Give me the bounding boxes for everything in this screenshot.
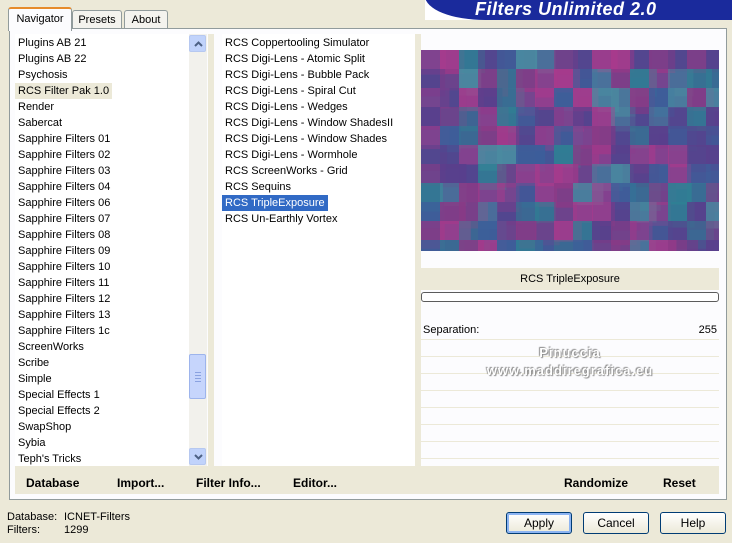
- tab-about[interactable]: About: [124, 10, 168, 29]
- chevron-down-icon: [194, 454, 203, 460]
- category-list-item[interactable]: Sapphire Filters 01: [15, 131, 113, 147]
- category-list-item[interactable]: Plugins AB 21: [15, 35, 90, 51]
- category-list-item[interactable]: Teph's Tricks: [15, 451, 84, 466]
- category-list-item[interactable]: ScreenWorks: [15, 339, 87, 355]
- filter-list-item[interactable]: RCS Digi-Lens - Wedges: [222, 99, 351, 115]
- filter-list-item[interactable]: RCS Digi-Lens - Bubble Pack: [222, 67, 372, 83]
- category-list-item[interactable]: Scribe: [15, 355, 52, 371]
- param-value: 255: [698, 324, 717, 336]
- category-list-item[interactable]: Sapphire Filters 07: [15, 211, 113, 227]
- database-label: Database:: [7, 511, 58, 523]
- progress-bar: [421, 292, 719, 302]
- param-row-separation[interactable]: Separation: 255: [421, 323, 719, 340]
- import-button[interactable]: Import...: [117, 476, 164, 490]
- category-list-item[interactable]: Render: [15, 99, 57, 115]
- param-row-empty: [421, 408, 719, 425]
- filter-list-item[interactable]: RCS Un-Earthly Vortex: [222, 211, 340, 227]
- category-list-item[interactable]: Psychosis: [15, 67, 71, 83]
- param-row-empty: [421, 442, 719, 459]
- watermark-url: www.maddiregrafica.eu: [486, 363, 654, 378]
- database-value: ICNET-Filters: [64, 511, 130, 523]
- param-label: Separation:: [423, 324, 480, 336]
- preview-image: [421, 50, 719, 251]
- category-list-item[interactable]: RCS Filter Pak 1.0: [15, 83, 113, 99]
- filter-list-item[interactable]: RCS Digi-Lens - Spiral Cut: [222, 83, 359, 99]
- filter-list-item[interactable]: RCS ScreenWorks - Grid: [222, 163, 351, 179]
- scroll-up-button[interactable]: [189, 35, 206, 52]
- category-list-item[interactable]: Sapphire Filters 13: [15, 307, 113, 323]
- filter-info-button[interactable]: Filter Info...: [196, 476, 261, 490]
- category-list-item[interactable]: Sabercat: [15, 115, 65, 131]
- reset-button[interactable]: Reset: [663, 476, 696, 490]
- preview-top-margin: [421, 34, 719, 50]
- category-scrollbar[interactable]: [189, 34, 207, 466]
- category-list-item[interactable]: Sapphire Filters 03: [15, 163, 113, 179]
- editor-button[interactable]: Editor...: [293, 476, 337, 490]
- category-list-item[interactable]: Special Effects 2: [15, 403, 103, 419]
- category-list-item[interactable]: Sapphire Filters 11: [15, 275, 113, 291]
- database-button[interactable]: Database: [26, 476, 79, 490]
- chevron-up-icon: [194, 41, 203, 47]
- category-list-item[interactable]: Sapphire Filters 09: [15, 243, 113, 259]
- category-list-item[interactable]: Sybia: [15, 435, 49, 451]
- category-list-item[interactable]: SwapShop: [15, 419, 74, 435]
- filter-list-item[interactable]: RCS Coppertooling Simulator: [222, 35, 372, 51]
- category-list-item[interactable]: Sapphire Filters 06: [15, 195, 113, 211]
- title-banner: Filters Unlimited 2.0: [425, 0, 732, 20]
- filter-list-item[interactable]: RCS Digi-Lens - Window ShadesII: [222, 115, 396, 131]
- filter-name-display: RCS TripleExposure: [421, 268, 719, 290]
- param-row-empty: [421, 425, 719, 442]
- category-list-item[interactable]: Sapphire Filters 10: [15, 259, 113, 275]
- filters-label: Filters:: [7, 524, 40, 536]
- list-divider: [208, 34, 214, 466]
- watermark-name: Pinuccia: [539, 345, 601, 360]
- banner-title: Filters Unlimited 2.0: [475, 0, 657, 19]
- cancel-button[interactable]: Cancel: [583, 512, 649, 534]
- param-row-empty: [421, 391, 719, 408]
- help-button[interactable]: Help: [660, 512, 726, 534]
- category-list-item[interactable]: Sapphire Filters 02: [15, 147, 113, 163]
- tab-navigator[interactable]: Navigator: [8, 7, 72, 31]
- category-list-item[interactable]: Sapphire Filters 12: [15, 291, 113, 307]
- filter-list-item[interactable]: RCS TripleExposure: [222, 194, 329, 212]
- category-list[interactable]: Plugins AB 21 Plugins AB 22 Psychosis RCS F…: [15, 34, 189, 466]
- filters-count: 1299: [64, 524, 89, 536]
- category-list-item[interactable]: Simple: [15, 371, 55, 387]
- randomize-button[interactable]: Randomize: [564, 476, 628, 490]
- filter-list-item[interactable]: RCS Digi-Lens - Window Shades: [222, 131, 390, 147]
- apply-button[interactable]: Apply: [506, 512, 572, 534]
- filter-list-item[interactable]: RCS Digi-Lens - Wormhole: [222, 147, 360, 163]
- tab-presets[interactable]: Presets: [72, 10, 122, 29]
- category-list-item[interactable]: Sapphire Filters 04: [15, 179, 113, 195]
- filter-list[interactable]: RCS Coppertooling Simulator RCS Digi-Lens…: [222, 34, 415, 466]
- category-list-item[interactable]: Special Effects 1: [15, 387, 103, 403]
- scroll-thumb[interactable]: [189, 354, 206, 399]
- category-list-item[interactable]: Sapphire Filters 1c: [15, 323, 113, 339]
- scroll-down-button[interactable]: [189, 448, 206, 465]
- filter-list-item[interactable]: RCS Sequins: [222, 179, 294, 195]
- category-list-item[interactable]: Plugins AB 22: [15, 51, 90, 67]
- category-list-item[interactable]: Sapphire Filters 08: [15, 227, 113, 243]
- filter-list-item[interactable]: RCS Digi-Lens - Atomic Split: [222, 51, 368, 67]
